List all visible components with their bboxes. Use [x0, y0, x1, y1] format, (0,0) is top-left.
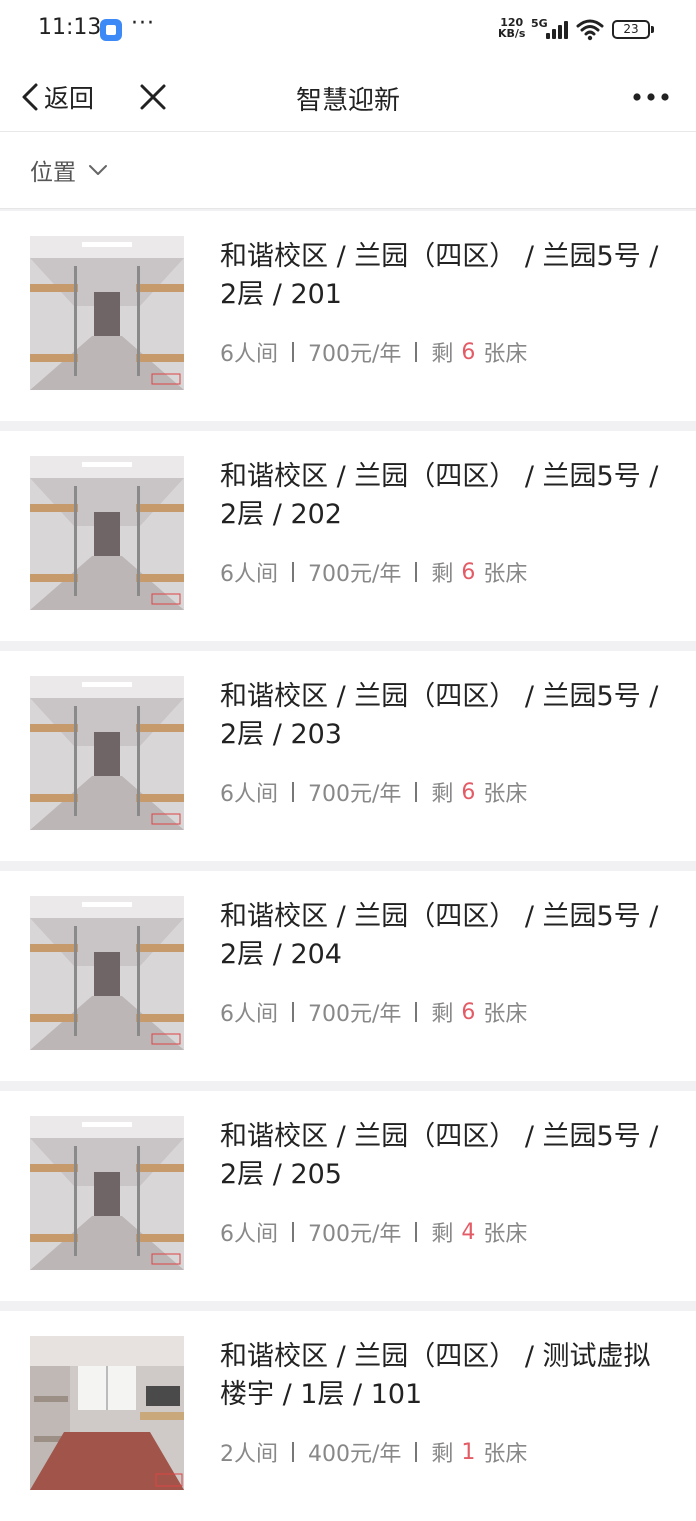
room-price: 700元/年 — [308, 562, 402, 587]
room-card[interactable]: 和谐校区 / 兰园（四区） / 兰园5号 / 2层 / 202 6人间 700元… — [0, 431, 696, 641]
room-capacity: 6人间 — [220, 1222, 278, 1247]
room-card[interactable]: 和谐校区 / 兰园（四区） / 兰园5号 / 2层 / 203 6人间 700元… — [0, 651, 696, 861]
back-button[interactable]: 返回 — [20, 78, 94, 116]
room-card[interactable]: 和谐校区 / 兰园（四区） / 兰园5号 / 2层 / 201 6人间 700元… — [0, 211, 696, 421]
room-price: 700元/年 — [308, 782, 402, 807]
room-photo — [30, 1116, 184, 1270]
divider — [415, 1222, 418, 1242]
remain-suffix: 张床 — [483, 1222, 528, 1247]
back-label: 返回 — [44, 84, 95, 113]
remain-suffix: 张床 — [483, 342, 528, 367]
divider — [415, 562, 418, 582]
divider — [292, 1442, 294, 1462]
room-capacity: 6人间 — [220, 1002, 278, 1027]
room-list: 和谐校区 / 兰园（四区） / 兰园5号 / 2层 / 201 6人间 700元… — [0, 209, 696, 1521]
room-title: 和谐校区 / 兰园（四区） / 兰园5号 / 2层 / 201 — [220, 241, 659, 310]
more-notifications-icon: ··· — [131, 11, 155, 36]
divider — [292, 562, 294, 582]
room-card[interactable]: 和谐校区 / 兰园（四区） / 测试虚拟楼宇 / 1层 / 101 2人间 40… — [0, 1311, 696, 1521]
room-title: 和谐校区 / 兰园（四区） / 兰园5号 / 2层 / 203 — [220, 681, 659, 750]
network-speed: 120 KB/s — [498, 17, 525, 39]
room-card[interactable]: 和谐校区 / 兰园（四区） / 兰园5号 / 2层 / 204 6人间 700元… — [0, 871, 696, 1081]
remain-count: 6 — [461, 779, 476, 805]
more-options-icon[interactable] — [632, 84, 670, 110]
divider — [415, 782, 418, 802]
room-meta: 6人间 700元/年 剩 6 张床 — [220, 336, 527, 368]
divider — [415, 1002, 418, 1022]
room-title: 和谐校区 / 兰园（四区） / 兰园5号 / 2层 / 202 — [220, 461, 659, 530]
battery-icon: 23 — [612, 20, 654, 39]
room-title: 和谐校区 / 兰园（四区） / 测试虚拟楼宇 / 1层 / 101 — [220, 1341, 651, 1410]
room-capacity: 6人间 — [220, 782, 278, 807]
room-price: 700元/年 — [308, 1222, 402, 1247]
chevron-down-icon — [89, 165, 107, 175]
room-meta: 6人间 700元/年 剩 6 张床 — [220, 556, 527, 588]
status-bar: 11:13 ··· 120 KB/s 5G 23 — [0, 0, 696, 62]
remain-count: 1 — [461, 1439, 476, 1465]
close-icon[interactable] — [136, 80, 170, 114]
room-card[interactable]: 和谐校区 / 兰园（四区） / 兰园5号 / 2层 / 205 6人间 700元… — [0, 1091, 696, 1301]
location-filter-dropdown[interactable]: 位置 — [30, 152, 108, 188]
app-notification-icon — [100, 19, 122, 41]
divider — [292, 1222, 294, 1242]
room-title: 和谐校区 / 兰园（四区） / 兰园5号 / 2层 / 204 — [220, 901, 659, 970]
room-meta: 6人间 700元/年 剩 6 张床 — [220, 776, 527, 808]
room-meta: 2人间 400元/年 剩 1 张床 — [220, 1436, 527, 1468]
nav-bar: 返回 智慧迎新 — [0, 62, 696, 132]
room-capacity: 6人间 — [220, 342, 278, 367]
remain-count: 6 — [461, 999, 476, 1025]
signal-icon — [544, 21, 570, 39]
clock: 11:13 — [38, 15, 102, 40]
room-photo — [30, 1336, 184, 1490]
room-capacity: 2人间 — [220, 1442, 278, 1467]
remain-suffix: 张床 — [483, 1002, 528, 1027]
room-price: 400元/年 — [308, 1442, 402, 1467]
divider — [292, 782, 294, 802]
room-photo — [30, 676, 184, 830]
room-price: 700元/年 — [308, 342, 402, 367]
remain-prefix: 剩 — [431, 1002, 454, 1027]
remain-prefix: 剩 — [431, 782, 454, 807]
room-capacity: 6人间 — [220, 562, 278, 587]
remain-suffix: 张床 — [483, 782, 528, 807]
remain-prefix: 剩 — [431, 1222, 454, 1247]
remain-suffix: 张床 — [483, 562, 528, 587]
divider — [292, 342, 294, 362]
network-speed-unit: KB/s — [498, 27, 526, 40]
chevron-left-icon — [22, 83, 38, 111]
wifi-icon — [576, 19, 604, 41]
room-photo — [30, 456, 184, 610]
divider — [415, 1442, 418, 1462]
remain-count: 6 — [461, 339, 476, 365]
divider — [415, 342, 418, 362]
room-title: 和谐校区 / 兰园（四区） / 兰园5号 / 2层 / 205 — [220, 1121, 659, 1190]
remain-suffix: 张床 — [483, 1442, 528, 1467]
remain-prefix: 剩 — [431, 1442, 454, 1467]
room-photo — [30, 236, 184, 390]
remain-count: 4 — [461, 1219, 476, 1245]
divider — [292, 1002, 294, 1022]
room-meta: 6人间 700元/年 剩 6 张床 — [220, 996, 527, 1028]
page-title: 智慧迎新 — [295, 86, 400, 116]
room-photo — [30, 896, 184, 1050]
remain-prefix: 剩 — [431, 562, 454, 587]
filter-bar: 位置 — [0, 132, 696, 209]
room-meta: 6人间 700元/年 剩 4 张床 — [220, 1216, 527, 1248]
location-filter-label: 位置 — [30, 160, 76, 186]
remain-prefix: 剩 — [431, 342, 454, 367]
remain-count: 6 — [461, 559, 476, 585]
room-price: 700元/年 — [308, 1002, 402, 1027]
